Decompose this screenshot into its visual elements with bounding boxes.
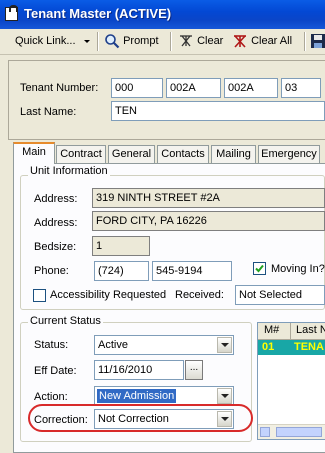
members-grid: M# Last N 01 TENA <box>257 322 325 440</box>
tab-main[interactable]: Main <box>13 142 55 164</box>
tenant-number-field-1[interactable]: 000 <box>111 78 163 98</box>
eff-date-field[interactable]: 11/16/2010 <box>94 360 184 380</box>
status-dropdown[interactable]: Active <box>94 335 234 355</box>
app-lock-icon <box>5 5 18 21</box>
quick-link-label: Quick Link... <box>15 35 76 47</box>
action-value: New Admission <box>97 389 177 403</box>
magnifier-icon <box>105 34 120 49</box>
accessibility-label: Accessibility Requested <box>50 289 167 301</box>
phone-label: Phone: <box>34 265 69 277</box>
tab-contacts[interactable]: Contacts <box>157 145 209 163</box>
status-value: Active <box>98 339 128 351</box>
window-title: Tenant Master (ACTIVE) <box>24 6 172 21</box>
moving-in-checkbox[interactable] <box>253 262 266 275</box>
toolbar: Quick Link... Prompt Clear Clear All <box>0 29 325 55</box>
tenant-number-label: Tenant Number: <box>20 82 99 94</box>
tenant-number-field-2[interactable]: 002A <box>166 78 221 98</box>
moving-in-label: Moving In? <box>271 263 325 275</box>
horizontal-scrollbar[interactable] <box>258 424 325 439</box>
save-button[interactable] <box>310 33 325 49</box>
received-dropdown[interactable]: Not Selected <box>235 285 325 305</box>
tab-contract[interactable]: Contract <box>56 145 106 163</box>
address-line-2: FORD CITY, PA 16226 <box>92 211 325 231</box>
action-label: Action: <box>34 391 68 403</box>
clear-label: Clear <box>197 35 224 47</box>
tenant-number-field-4[interactable]: 03 <box>281 78 321 98</box>
address-label-2: Address: <box>34 217 78 229</box>
tab-emergency[interactable]: Emergency <box>258 145 320 163</box>
grid-header-last-name[interactable]: Last N <box>296 324 325 336</box>
grid-cell-member: 01 <box>262 341 275 353</box>
accessibility-checkbox[interactable] <box>33 289 46 302</box>
bedsize-label: Bedsize: <box>34 241 77 253</box>
last-name-field[interactable]: TEN <box>111 101 325 121</box>
scroll-left-icon[interactable] <box>260 427 270 437</box>
title-bar: Tenant Master (ACTIVE) <box>0 0 325 29</box>
grid-header-member[interactable]: M# <box>264 324 279 336</box>
received-label: Received: <box>175 289 224 301</box>
tab-general[interactable]: General <box>108 145 155 163</box>
clear-all-icon <box>234 35 246 48</box>
tenant-header-panel <box>8 60 325 140</box>
clear-all-button[interactable]: Clear All <box>232 33 292 49</box>
eff-date-label: Eff Date: <box>34 365 77 377</box>
clear-all-label: Clear All <box>251 35 293 47</box>
current-status-title: Current Status <box>28 315 103 327</box>
action-dropdown[interactable]: New Admission <box>94 386 234 406</box>
save-icon <box>311 34 325 48</box>
quick-link-button[interactable]: Quick Link... <box>15 33 90 49</box>
tab-mailing[interactable]: Mailing <box>211 145 256 163</box>
grid-cell-last-name: TENA <box>294 341 324 353</box>
prompt-button[interactable]: Prompt <box>104 33 159 49</box>
status-label: Status: <box>34 339 69 351</box>
checkmark-icon <box>255 264 264 273</box>
grid-header: M# Last N <box>258 323 325 340</box>
tenant-number-field-3[interactable]: 002A <box>224 78 278 98</box>
broom-icon <box>180 35 192 47</box>
address-label: Address: <box>34 193 78 205</box>
correction-highlight-annotation <box>28 404 253 432</box>
chevron-down-icon <box>83 39 90 43</box>
address-line-1: 319 NINTH STREET #2A <box>92 188 325 208</box>
last-name-label: Last Name: <box>20 106 77 118</box>
phone-number-field[interactable]: 545-9194 <box>152 261 232 281</box>
prompt-label: Prompt <box>123 35 159 47</box>
received-value: Not Selected <box>239 289 302 301</box>
chevron-down-icon <box>217 337 232 353</box>
scroll-thumb[interactable] <box>276 427 322 437</box>
bedsize-field: 1 <box>92 236 150 256</box>
date-picker-button[interactable]: ... <box>185 360 203 380</box>
unit-information-title: Unit Information <box>28 165 110 177</box>
table-row[interactable]: 01 TENA <box>258 340 325 355</box>
phone-area-code-field[interactable]: (724) <box>94 261 149 281</box>
chevron-down-icon <box>217 388 232 404</box>
clear-button[interactable]: Clear <box>178 33 223 49</box>
